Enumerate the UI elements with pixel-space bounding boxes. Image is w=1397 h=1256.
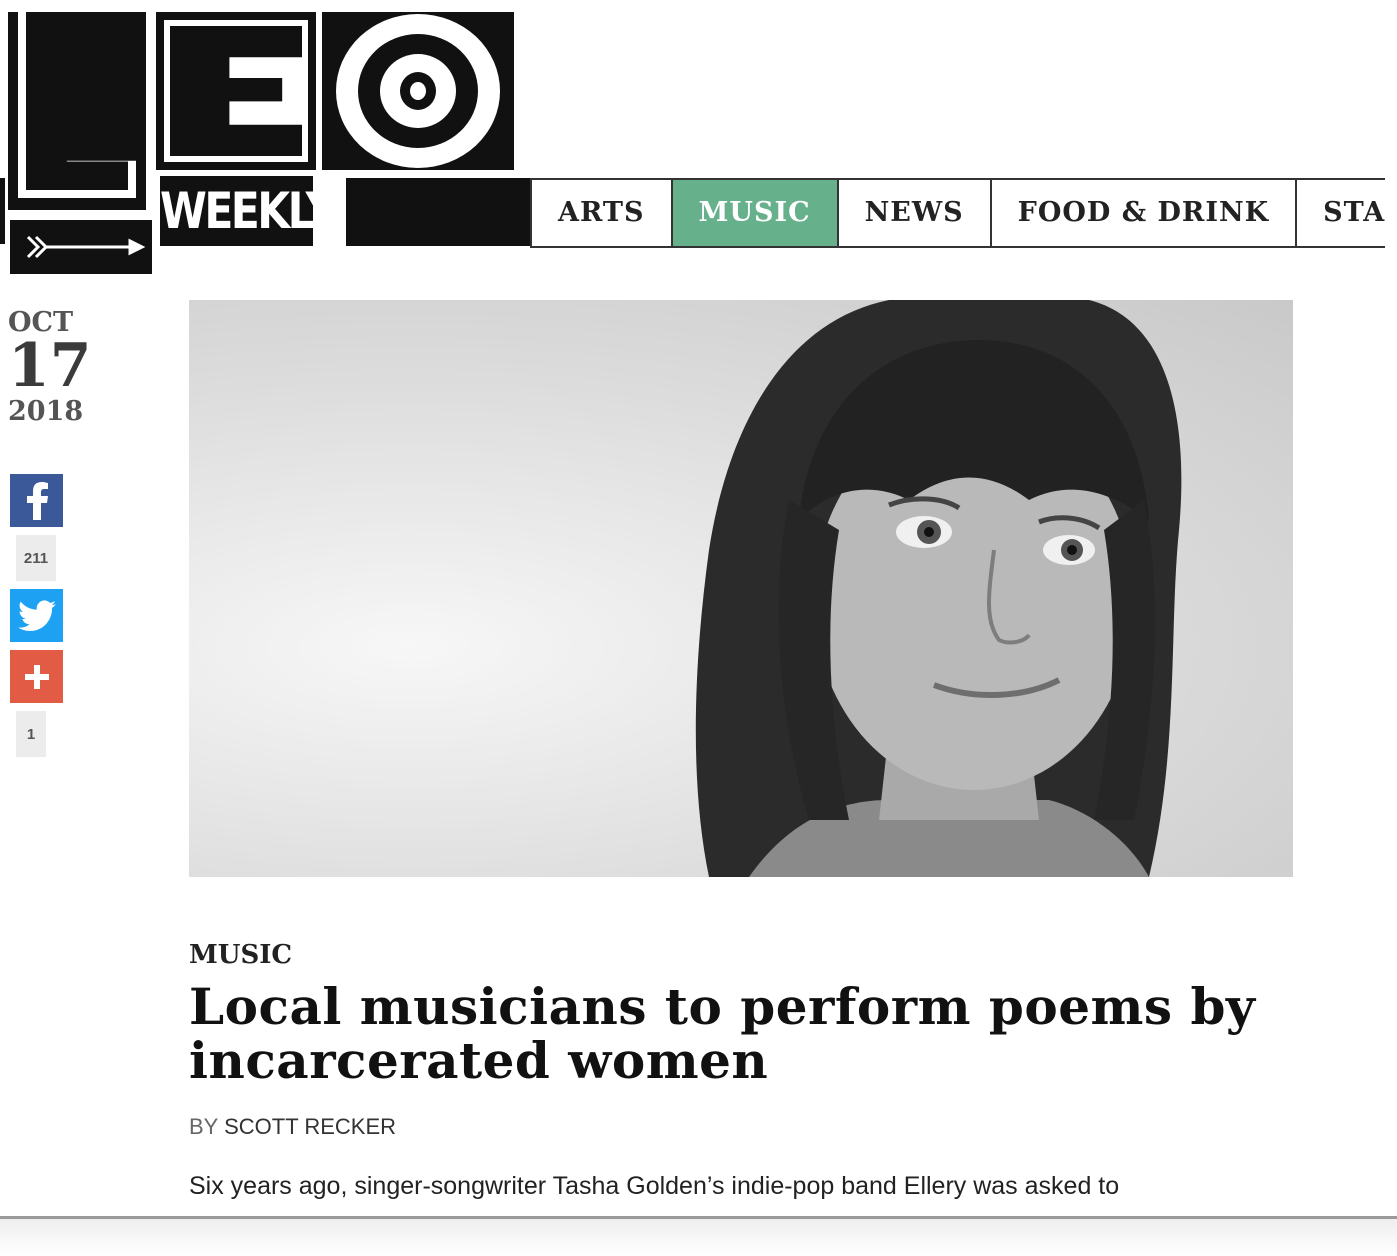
date-day: 17 bbox=[8, 331, 92, 401]
window-bottom-shade bbox=[0, 1219, 1397, 1256]
logo-weekly-text: WEEKLY bbox=[160, 176, 336, 246]
more-share-button[interactable] bbox=[10, 650, 63, 703]
nav-item-sta[interactable]: STA bbox=[1297, 180, 1386, 246]
article-category[interactable]: MUSIC bbox=[189, 940, 292, 970]
article-title: Local musicians to perform poems by inca… bbox=[189, 977, 1256, 1090]
main-nav: ARTS MUSIC NEWS FOOD & DRINK STA bbox=[530, 178, 1386, 248]
article-byline: BY SCOTT RECKER bbox=[189, 1114, 396, 1140]
portrait-photo bbox=[695, 300, 1182, 877]
twitter-icon bbox=[17, 599, 56, 631]
nav-item-arts[interactable]: ARTS bbox=[532, 180, 673, 246]
author-link[interactable]: SCOTT RECKER bbox=[224, 1114, 396, 1139]
nav-item-food-drink[interactable]: FOOD & DRINK bbox=[991, 180, 1298, 246]
twitter-share-button[interactable] bbox=[10, 589, 63, 642]
nav-item-music[interactable]: MUSIC bbox=[672, 180, 839, 246]
logo-letter-o bbox=[322, 12, 514, 170]
facebook-share-button[interactable] bbox=[10, 474, 63, 527]
logo-letter-l bbox=[8, 12, 146, 210]
plus-icon bbox=[24, 664, 49, 689]
logo-bar bbox=[346, 178, 532, 246]
hero-image bbox=[189, 300, 1293, 877]
nav-item-news[interactable]: NEWS bbox=[838, 180, 992, 246]
article-lead: Six years ago, singer-songwriter Tasha G… bbox=[189, 1172, 1120, 1200]
share-bar: 211 1 bbox=[10, 474, 70, 757]
site-logo[interactable]: WEEKLY bbox=[0, 0, 532, 280]
more-share-count: 1 bbox=[16, 711, 46, 757]
logo-letter-e bbox=[156, 12, 316, 170]
logo-edge bbox=[0, 178, 5, 244]
facebook-icon bbox=[26, 481, 48, 520]
facebook-share-count: 211 bbox=[16, 535, 56, 581]
arrow-icon bbox=[10, 220, 152, 274]
publish-date: OCT 17 2018 bbox=[8, 308, 98, 430]
byline-prefix: BY bbox=[189, 1114, 218, 1139]
